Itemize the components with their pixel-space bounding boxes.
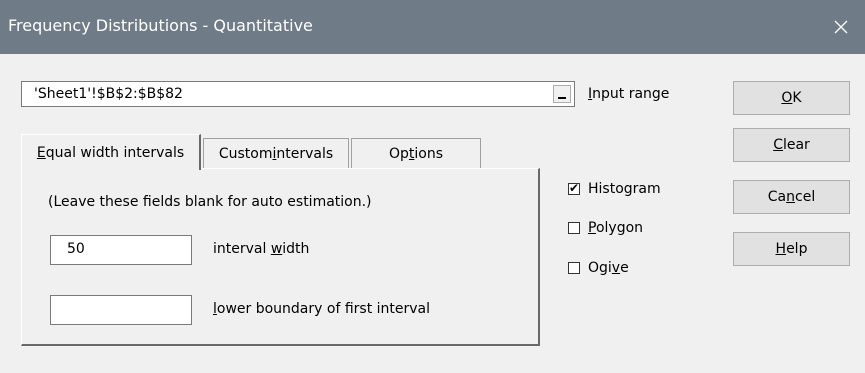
close-button[interactable] — [817, 0, 865, 54]
clear-button[interactable]: Clear — [733, 128, 850, 162]
equal-width-panel: (Leave these fields blank for auto estim… — [21, 168, 540, 346]
input-range-label: Input range — [588, 86, 670, 102]
ogive-label: Ogive — [588, 260, 629, 276]
input-range-field[interactable]: 'Sheet1'!$B$2:$B$82 — [21, 81, 575, 107]
auto-estimation-hint: (Leave these fields blank for auto estim… — [48, 194, 372, 210]
tab-custom-intervals[interactable]: Custom i ntervals — [203, 138, 349, 168]
close-icon — [834, 20, 848, 34]
histogram-check-box: ✔ — [568, 181, 580, 195]
lower-boundary-label: lower boundary of first interval — [213, 301, 431, 317]
check-mark-icon: ✔ — [569, 181, 580, 195]
ok-button[interactable]: OK — [733, 81, 850, 115]
interval-width-value: 50 — [67, 241, 85, 257]
dialog-body: 'Sheet1'!$B$2:$B$82 Input range OK Clear… — [0, 54, 865, 373]
histogram-checkbox[interactable]: ✔ Histogram — [568, 181, 661, 197]
interval-width-label: interval width — [213, 241, 310, 257]
polygon-checkbox[interactable]: Polygon — [568, 220, 643, 236]
interval-width-input[interactable]: 50 — [50, 235, 192, 265]
lower-boundary-input[interactable] — [50, 295, 192, 325]
polygon-label: Polygon — [588, 220, 644, 236]
window-title: Frequency Distributions - Quantitative — [8, 16, 313, 35]
collapse-range-button[interactable] — [553, 85, 571, 103]
help-button[interactable]: Help — [733, 232, 850, 266]
ogive-check-box — [568, 262, 580, 274]
tab-equal-width-intervals[interactable]: Equal width intervals — [21, 134, 201, 170]
cancel-button[interactable]: Ca n cel — [733, 180, 850, 214]
tab-options[interactable]: Op t ions — [351, 138, 481, 168]
polygon-check-box — [568, 222, 580, 234]
ogive-checkbox[interactable]: Ogive — [568, 260, 629, 276]
histogram-label: Histogram — [588, 181, 661, 197]
input-range-value: 'Sheet1'!$B$2:$B$82 — [34, 86, 183, 102]
title-bar: Frequency Distributions - Quantitative — [0, 0, 865, 54]
